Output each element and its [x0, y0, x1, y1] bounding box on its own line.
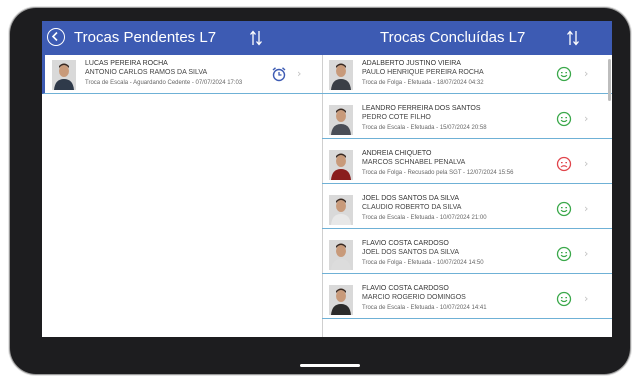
trade-detail: Troca de Escala - Efetuada - 10/07/2024 … [362, 215, 487, 221]
requester-name: LUCAS PEREIRA ROCHA [85, 60, 168, 67]
avatar [329, 60, 353, 90]
item-text: JOEL DOS SANTOS DA SILVA CLAUDIO ROBERTO … [362, 194, 487, 224]
list-item[interactable]: ANDREIA CHIQUETO MARCOS SCHNABEL PENALVA T… [322, 145, 612, 184]
happy-face-icon [556, 246, 572, 262]
chevron-right-icon[interactable]: › [584, 157, 588, 170]
requester-name: LEANDRO FERREIRA DOS SANTOS [362, 105, 481, 112]
partner-name: ANTONIO CARLOS RAMOS DA SILVA [85, 69, 208, 76]
happy-face-icon [556, 66, 572, 82]
partner-name: JOEL DOS SANTOS DA SILVA [362, 249, 459, 256]
chevron-right-icon[interactable]: › [584, 112, 588, 125]
sort-arrows-icon[interactable] [566, 29, 580, 47]
avatar [329, 240, 353, 270]
requester-name: FLAVIO COSTA CARDOSO [362, 240, 449, 247]
partner-name: MARCOS SCHNABEL PENALVA [362, 159, 466, 166]
partner-name: PAULO HENRIQUE PEREIRA ROCHA [362, 69, 484, 76]
completed-header: Trocas Concluídas L7 [322, 21, 612, 55]
back-arrow-icon[interactable] [47, 28, 65, 46]
happy-face-icon [556, 111, 572, 127]
chevron-right-icon[interactable]: › [584, 67, 588, 80]
trade-detail: Troca de Escala - Efetuada - 15/07/2024 … [362, 125, 487, 131]
item-text: LEANDRO FERREIRA DOS SANTOS PEDRO COTE FI… [362, 104, 487, 134]
happy-face-icon [556, 201, 572, 217]
item-text: ADALBERTO JUSTINO VIEIRA PAULO HENRIQUE P… [362, 59, 484, 89]
chevron-right-icon[interactable]: › [584, 202, 588, 215]
chevron-right-icon[interactable]: › [584, 247, 588, 260]
list-item[interactable]: FLAVIO COSTA CARDOSO MARCIO ROGERIO DOMIN… [322, 280, 612, 319]
list-item[interactable]: ADALBERTO JUSTINO VIEIRA PAULO HENRIQUE P… [322, 55, 612, 94]
requester-name: ANDREIA CHIQUETO [362, 150, 432, 157]
chevron-right-icon[interactable]: › [297, 67, 301, 80]
pending-trades-panel: Trocas Pendentes L7 LUCAS PEREIRA ROCHA A… [42, 21, 323, 337]
requester-name: FLAVIO COSTA CARDOSO [362, 285, 449, 292]
sort-arrows-icon[interactable] [249, 29, 263, 47]
avatar [329, 150, 353, 180]
list-item[interactable]: JOEL DOS SANTOS DA SILVA CLAUDIO ROBERTO … [322, 190, 612, 229]
completed-trades-panel: Trocas Concluídas L7 ADALBERTO JUSTINO V… [322, 21, 612, 337]
happy-face-icon [556, 291, 572, 307]
trade-detail: Troca de Folga - Efetuada - 10/07/2024 1… [362, 260, 484, 266]
item-text: FLAVIO COSTA CARDOSO MARCIO ROGERIO DOMIN… [362, 284, 487, 314]
partner-name: CLAUDIO ROBERTO DA SILVA [362, 204, 462, 211]
partner-name: PEDRO COTE FILHO [362, 114, 431, 121]
requester-name: JOEL DOS SANTOS DA SILVA [362, 195, 459, 202]
app-screen: Trocas Pendentes L7 LUCAS PEREIRA ROCHA A… [42, 21, 612, 337]
avatar [52, 60, 76, 90]
requester-name: ADALBERTO JUSTINO VIEIRA [362, 60, 461, 67]
chevron-right-icon[interactable]: › [584, 292, 588, 305]
item-text: FLAVIO COSTA CARDOSO JOEL DOS SANTOS DA S… [362, 239, 484, 269]
partner-name: MARCIO ROGERIO DOMINGOS [362, 294, 466, 301]
trade-detail: Troca de Folga - Recusado pela SGT - 12/… [362, 170, 514, 176]
pending-header: Trocas Pendentes L7 [42, 21, 322, 55]
avatar [329, 195, 353, 225]
list-item[interactable]: LEANDRO FERREIRA DOS SANTOS PEDRO COTE FI… [322, 100, 612, 139]
trade-detail: Troca de Escala - Aguardando Cedente - 0… [85, 80, 243, 86]
sad-face-icon [556, 156, 572, 172]
completed-title: Trocas Concluídas L7 [380, 29, 526, 46]
alarm-clock-icon [271, 66, 287, 82]
trade-detail: Troca de Escala - Efetuada - 10/07/2024 … [362, 305, 487, 311]
trade-detail: Troca de Folga - Efetuada - 18/07/2024 0… [362, 80, 484, 86]
pending-title: Trocas Pendentes L7 [74, 29, 217, 46]
avatar [329, 105, 353, 135]
item-text: ANDREIA CHIQUETO MARCOS SCHNABEL PENALVA T… [362, 149, 513, 179]
item-text: LUCAS PEREIRA ROCHA ANTONIO CARLOS RAMOS … [85, 59, 242, 89]
scrollbar[interactable] [608, 59, 611, 101]
avatar [329, 285, 353, 315]
list-item[interactable]: FLAVIO COSTA CARDOSO JOEL DOS SANTOS DA S… [322, 235, 612, 274]
list-item[interactable]: LUCAS PEREIRA ROCHA ANTONIO CARLOS RAMOS … [42, 55, 322, 94]
home-indicator[interactable] [300, 364, 360, 367]
